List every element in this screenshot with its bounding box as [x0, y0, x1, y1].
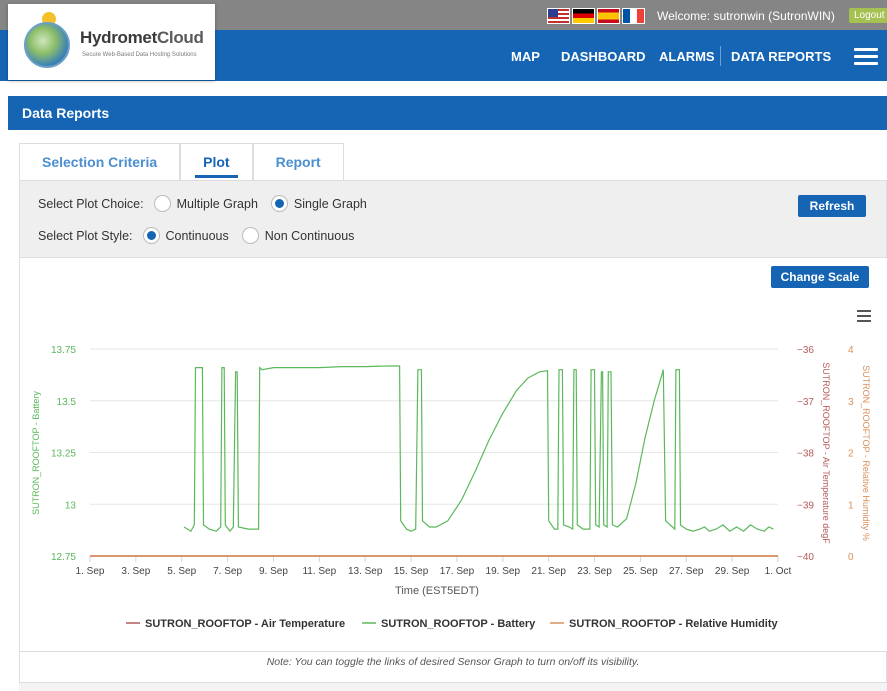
french-flag-icon[interactable] [622, 8, 645, 24]
german-flag-icon[interactable] [572, 8, 595, 24]
english-flag-icon[interactable] [547, 8, 570, 24]
logo-subtitle: Secure Web-Based Data Hosting Solutions [82, 52, 197, 58]
plot-choice-row: Select Plot Choice: Multiple Graph Singl… [38, 195, 380, 212]
plot-options-panel: Select Plot Choice: Multiple Graph Singl… [19, 180, 887, 258]
nav-data-reports[interactable]: DATA REPORTS [731, 49, 831, 64]
nav-divider [720, 46, 721, 66]
logo-title: HydrometCloud [80, 28, 204, 47]
multiple-graph-radio[interactable] [153, 195, 171, 212]
welcome-text: Welcome: sutronwin (SutronWIN) [657, 9, 835, 23]
tab-report[interactable]: Report [252, 143, 344, 180]
non-continuous-label[interactable]: Non Continuous [265, 229, 355, 243]
tab-selection-criteria[interactable]: Selection Criteria [19, 143, 181, 180]
plot-style-label: Select Plot Style: [38, 228, 133, 243]
hamburger-menu-icon[interactable] [854, 48, 878, 65]
nav-map[interactable]: MAP [511, 49, 540, 64]
plot-style-row: Select Plot Style: Continuous Non Contin… [38, 227, 367, 244]
chart-container [19, 258, 887, 651]
tab-plot[interactable]: Plot [180, 143, 253, 180]
continuous-radio[interactable] [142, 227, 160, 244]
language-flags [547, 8, 645, 24]
non-continuous-radio[interactable] [241, 227, 259, 244]
logo[interactable]: HydrometCloud Secure Web-Based Data Host… [8, 4, 215, 80]
change-scale-button[interactable]: Change Scale [771, 266, 869, 288]
multiple-graph-label[interactable]: Multiple Graph [177, 197, 258, 211]
single-graph-radio[interactable] [270, 195, 288, 212]
logout-button[interactable]: Logout [849, 8, 887, 23]
single-graph-label[interactable]: Single Graph [294, 197, 367, 211]
refresh-button[interactable]: Refresh [798, 195, 866, 217]
chart-menu-icon[interactable] [857, 310, 871, 325]
nav-dashboard[interactable]: DASHBOARD [561, 49, 646, 64]
plot-choice-label: Select Plot Choice: [38, 196, 144, 211]
spanish-flag-icon[interactable] [597, 8, 620, 24]
page-title: Data Reports [8, 96, 887, 130]
tab-bar: Selection Criteria Plot Report [19, 143, 344, 180]
globe-icon [24, 22, 70, 68]
footer-strip [19, 683, 887, 691]
nav-alarms[interactable]: ALARMS [659, 49, 715, 64]
chart-note: Note: You can toggle the links of desire… [19, 651, 887, 683]
continuous-label[interactable]: Continuous [166, 229, 229, 243]
